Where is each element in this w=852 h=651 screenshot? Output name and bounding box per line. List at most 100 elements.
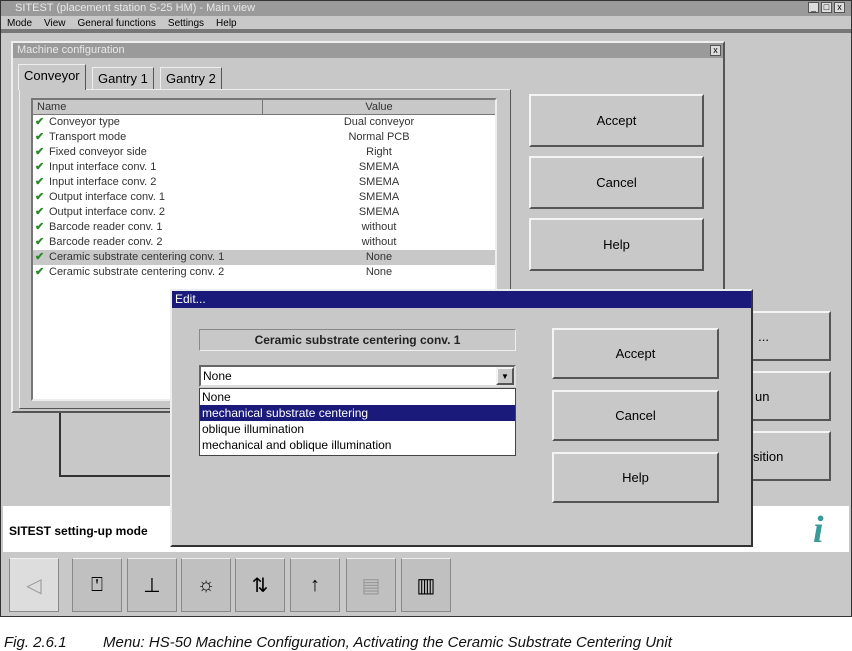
value-combobox[interactable]: None ▼ xyxy=(199,365,516,387)
row-name-text: Ceramic substrate centering conv. 2 xyxy=(49,266,225,278)
header-value[interactable]: Value xyxy=(263,100,495,114)
edit-help-button[interactable]: Help xyxy=(552,452,719,503)
table-row[interactable]: ✔ Barcode reader conv. 1 without xyxy=(33,220,495,235)
background-button-2[interactable]: un xyxy=(741,371,831,421)
table-row[interactable]: ✔ Ceramic substrate centering conv. 1 None xyxy=(33,250,495,265)
alert-icon[interactable]: ⍞ xyxy=(72,558,122,612)
help-button[interactable]: Help xyxy=(529,218,704,271)
row-name-text: Output interface conv. 1 xyxy=(49,191,165,203)
edit-accept-button[interactable]: Accept xyxy=(552,328,719,379)
menu-bar: Mode View General functions Settings Hel… xyxy=(1,16,851,33)
row-name-text: Conveyor type xyxy=(49,116,120,128)
row-value: without xyxy=(361,236,397,248)
tab-gantry-2[interactable]: Gantry 2 xyxy=(160,67,222,89)
info-icon[interactable]: i xyxy=(813,508,824,552)
caption-text: Menu: HS-50 Machine Configuration, Activ… xyxy=(103,634,672,651)
placement-head-icon[interactable]: ⊥ xyxy=(127,558,177,612)
dialog-title: Machine configuration xyxy=(13,43,723,58)
table-row[interactable]: ✔ Ceramic substrate centering conv. 2 None xyxy=(33,265,495,280)
label: un xyxy=(755,388,770,404)
list-header: Name Value xyxy=(33,100,495,115)
minimize-button[interactable]: _ xyxy=(808,2,819,13)
cancel-button[interactable]: Cancel xyxy=(529,156,704,209)
dropdown-option[interactable]: mechanical and oblique illumination xyxy=(200,437,515,453)
row-value: None xyxy=(365,251,393,263)
edit-cancel-button[interactable]: Cancel xyxy=(552,390,719,441)
dropdown-option[interactable]: None xyxy=(200,389,515,405)
checkmark-icon: ✔ xyxy=(35,161,45,173)
light-icon[interactable]: ☼ xyxy=(181,558,231,612)
row-name-text: Ceramic substrate centering conv. 1 xyxy=(49,251,225,263)
field-label: Ceramic substrate centering conv. 1 xyxy=(199,329,516,351)
menu-mode[interactable]: Mode xyxy=(7,16,32,29)
checkmark-icon: ✔ xyxy=(35,116,45,128)
edit-dialog-title: Edit... xyxy=(172,291,751,308)
row-value: Right xyxy=(366,146,392,158)
menu-general-functions[interactable]: General functions xyxy=(78,16,156,29)
magazine-icon[interactable]: ▥ xyxy=(401,558,451,612)
row-name: ✔ Ceramic substrate centering conv. 1 xyxy=(33,250,263,265)
row-name-text: Input interface conv. 2 xyxy=(49,176,157,188)
row-name-text: Barcode reader conv. 1 xyxy=(49,221,163,233)
table-row[interactable]: ✔ Input interface conv. 2 SMEMA xyxy=(33,175,495,190)
row-value: SMEMA xyxy=(358,161,400,173)
axis-icon[interactable]: ↑ xyxy=(290,558,340,612)
tab-gantry-1[interactable]: Gantry 1 xyxy=(92,67,154,89)
table-row[interactable]: ✔ Transport mode Normal PCB xyxy=(33,130,495,145)
header-name[interactable]: Name xyxy=(33,100,263,114)
table-row[interactable]: ✔ Output interface conv. 1 SMEMA xyxy=(33,190,495,205)
checkmark-icon: ✔ xyxy=(35,266,45,278)
checkmark-icon: ✔ xyxy=(35,176,45,188)
row-value: None xyxy=(365,266,393,278)
row-value: Dual conveyor xyxy=(343,116,415,128)
checkmark-icon: ✔ xyxy=(35,221,45,233)
background-graphic xyxy=(59,411,179,477)
row-name-text: Input interface conv. 1 xyxy=(49,161,157,173)
table-row[interactable]: ✔ Output interface conv. 2 SMEMA xyxy=(33,205,495,220)
dropdown-list: None mechanical substrate centering obliqu… xyxy=(199,388,516,456)
row-name: ✔ Barcode reader conv. 2 xyxy=(33,235,263,250)
grid-icon[interactable]: ▤ xyxy=(346,558,396,612)
close-button[interactable]: x xyxy=(834,2,845,13)
row-name: ✔ Conveyor type xyxy=(33,115,263,130)
back-arrow-icon[interactable]: ◁ xyxy=(9,558,59,612)
row-name: ✔ Output interface conv. 2 xyxy=(33,205,263,220)
caption: Fig. 2.6.1 Menu: HS-50 Machine Configurat… xyxy=(4,634,672,651)
table-row[interactable]: ✔ Fixed conveyor side Right xyxy=(33,145,495,160)
row-value: Normal PCB xyxy=(348,131,410,143)
row-name: ✔ Fixed conveyor side xyxy=(33,145,263,160)
table-row[interactable]: ✔ Conveyor type Dual conveyor xyxy=(33,115,495,130)
status-text: SITEST setting-up mode xyxy=(9,524,148,538)
row-name-text: Transport mode xyxy=(49,131,127,143)
checkmark-icon: ✔ xyxy=(35,146,45,158)
row-value: SMEMA xyxy=(358,176,400,188)
checkmark-icon: ✔ xyxy=(35,131,45,143)
dialog-close-button[interactable]: x xyxy=(710,45,721,56)
accept-button[interactable]: Accept xyxy=(529,94,704,147)
title-bar: SITEST (placement station S-25 HM) - Mai… xyxy=(1,1,851,16)
menu-view[interactable]: View xyxy=(44,16,66,29)
row-name: ✔ Input interface conv. 2 xyxy=(33,175,263,190)
checkmark-icon: ✔ xyxy=(35,191,45,203)
tab-conveyor[interactable]: Conveyor xyxy=(18,64,86,90)
row-name: ✔ Transport mode xyxy=(33,130,263,145)
row-name: ✔ Input interface conv. 1 xyxy=(33,160,263,175)
row-value: SMEMA xyxy=(358,191,400,203)
row-name-text: Output interface conv. 2 xyxy=(49,206,165,218)
background-button-1[interactable]: ... xyxy=(741,311,831,361)
menu-help[interactable]: Help xyxy=(216,16,237,29)
row-name-text: Fixed conveyor side xyxy=(49,146,147,158)
checkmark-icon: ✔ xyxy=(35,236,45,248)
dropdown-option[interactable]: oblique illumination xyxy=(200,421,515,437)
maximize-button[interactable]: □ xyxy=(821,2,832,13)
label: sition xyxy=(753,448,784,464)
chevron-down-icon[interactable]: ▼ xyxy=(496,367,514,385)
background-button-3[interactable]: sition xyxy=(741,431,831,481)
menu-settings[interactable]: Settings xyxy=(168,16,204,29)
table-row[interactable]: ✔ Input interface conv. 1 SMEMA xyxy=(33,160,495,175)
table-row[interactable]: ✔ Barcode reader conv. 2 without xyxy=(33,235,495,250)
checkmark-icon: ✔ xyxy=(35,206,45,218)
combobox-value: None xyxy=(203,369,232,383)
feeder-icon[interactable]: ⇅ xyxy=(235,558,285,612)
dropdown-option[interactable]: mechanical substrate centering xyxy=(200,405,515,421)
